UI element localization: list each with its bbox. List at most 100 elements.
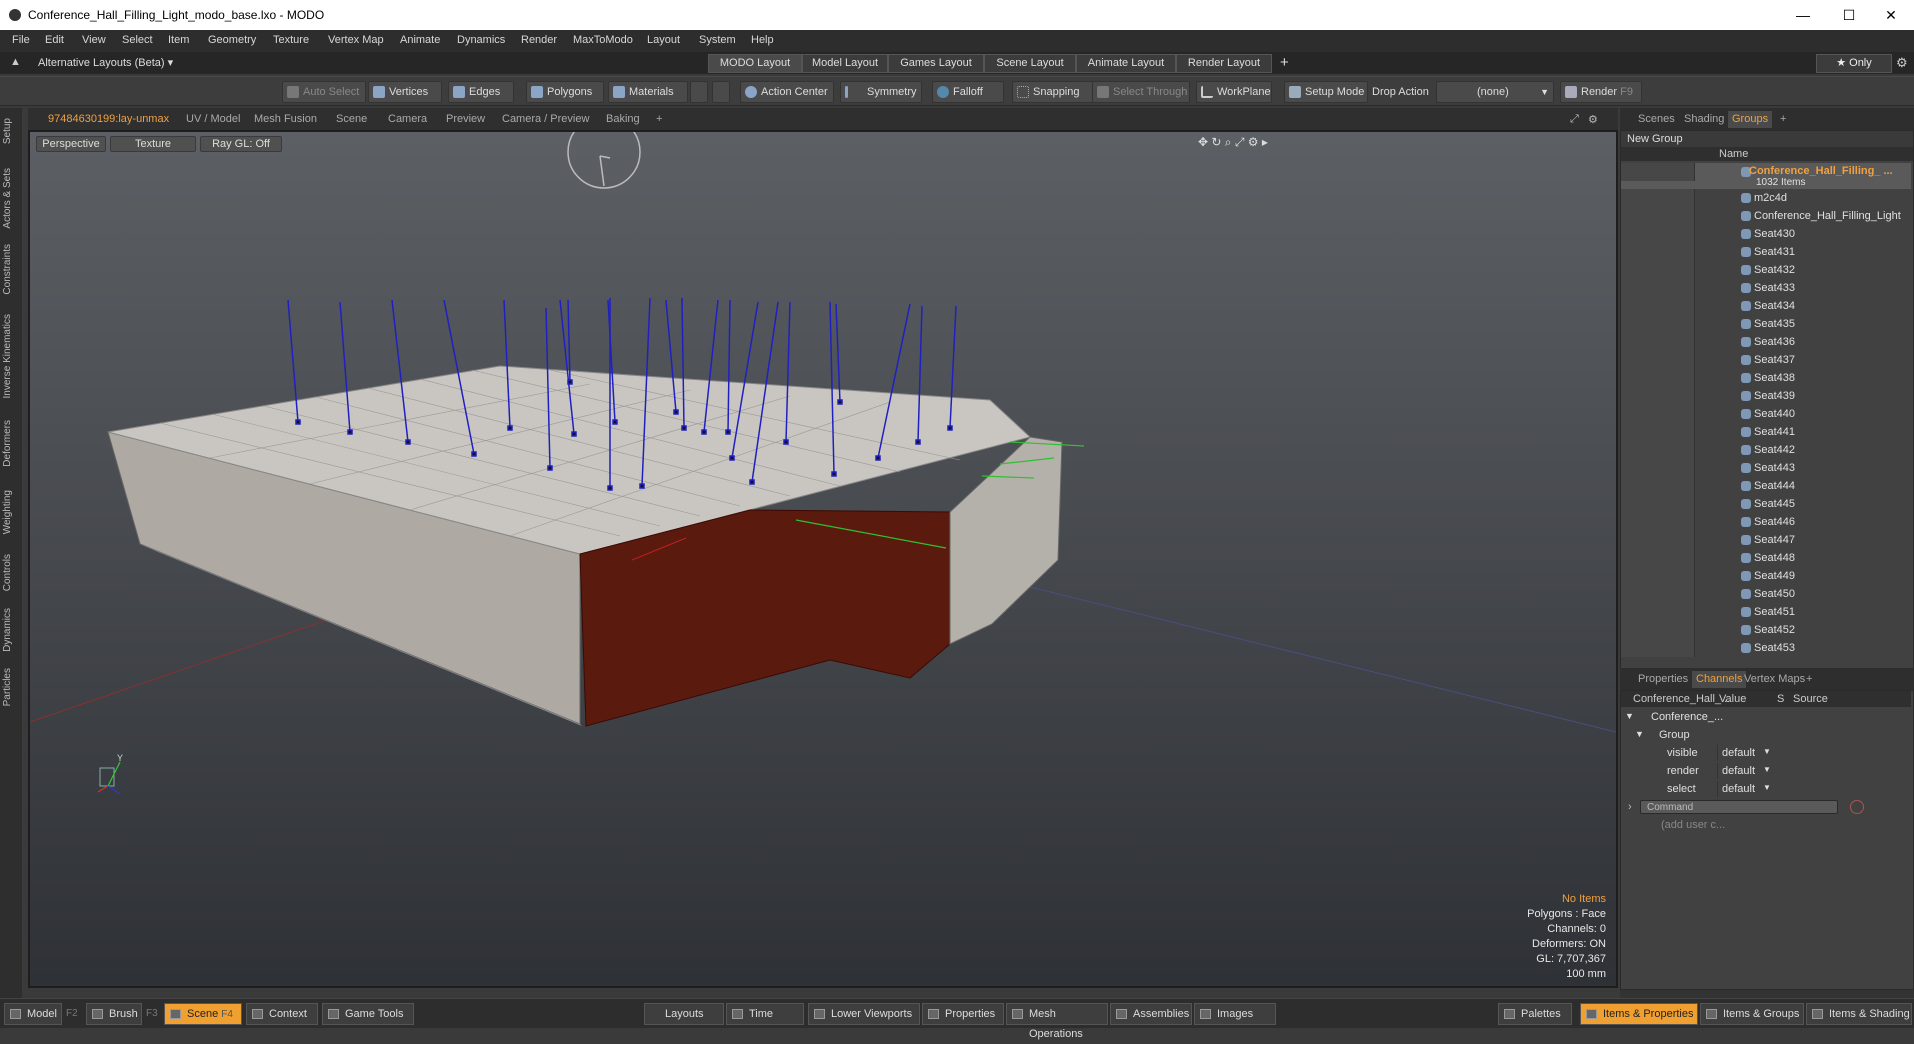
group-item-row[interactable]: Seat444 (1621, 477, 1911, 495)
tab-mesh-fusion[interactable]: Mesh Fusion (254, 113, 317, 125)
tab-render-layout[interactable]: Render Layout (1176, 54, 1272, 73)
time-button[interactable]: Time (726, 1003, 804, 1025)
channel-tree-root[interactable]: ▼ Conference_... (1621, 708, 1911, 726)
tab-properties[interactable]: Properties (1638, 673, 1688, 685)
tab-weighting[interactable]: Weighting (2, 490, 13, 534)
edges-button[interactable]: Edges (448, 81, 514, 103)
menu-edit[interactable]: Edit (45, 34, 64, 46)
tab-actors-sets[interactable]: Actors & Sets (2, 168, 13, 229)
render-button[interactable]: Render F9 (1560, 81, 1642, 103)
tab-scene-layout[interactable]: Scene Layout (984, 54, 1076, 73)
menu-render[interactable]: Render (521, 34, 557, 46)
menu-file[interactable]: File (12, 34, 30, 46)
group-item-row[interactable]: Seat436 (1621, 333, 1911, 351)
menu-select[interactable]: Select (122, 34, 153, 46)
group-item-row[interactable]: Seat432 (1621, 261, 1911, 279)
menu-animate[interactable]: Animate (400, 34, 440, 46)
brush-button[interactable]: Brush (86, 1003, 142, 1025)
channel-row[interactable]: select default ▼ (1621, 780, 1911, 798)
group-item-row[interactable]: Seat445 (1621, 495, 1911, 513)
new-group-button[interactable]: New Group (1627, 133, 1683, 145)
group-item-row[interactable]: Seat448 (1621, 549, 1911, 567)
group-item-row[interactable]: Seat440 (1621, 405, 1911, 423)
tab-channels[interactable]: Channels (1692, 671, 1747, 688)
group-root-row[interactable]: Conference_Hall_Filling_ ... 1032 Items (1621, 163, 1911, 189)
record-icon[interactable] (1850, 800, 1864, 814)
materials-button[interactable]: Materials (608, 81, 688, 103)
maximize-button[interactable]: ☐ (1826, 4, 1872, 26)
select-through-button[interactable]: Select Through (1092, 81, 1190, 103)
tab-camera-preview[interactable]: Camera / Preview (502, 113, 589, 125)
collapse-icon[interactable]: ▲ (10, 56, 21, 68)
group-item-row[interactable]: Seat433 (1621, 279, 1911, 297)
tab-preview[interactable]: Preview (446, 113, 485, 125)
command-input[interactable]: Command (1640, 800, 1838, 814)
close-button[interactable]: ✕ (1868, 4, 1914, 26)
channel-tree-group[interactable]: ▼ Group (1621, 726, 1911, 744)
menu-maxtomodo[interactable]: MaxToModo (573, 34, 633, 46)
group-item-row[interactable]: Seat437 (1621, 351, 1911, 369)
menu-texture[interactable]: Texture (273, 34, 309, 46)
polygons-button[interactable]: Polygons (526, 81, 604, 103)
group-item-row[interactable]: Seat450 (1621, 585, 1911, 603)
channel-row[interactable]: render default ▼ (1621, 762, 1911, 780)
tab-scenes[interactable]: Scenes (1638, 113, 1675, 125)
snapping-button[interactable]: Snapping (1012, 81, 1096, 103)
new-group-row[interactable]: New Group (1621, 131, 1913, 147)
menu-help[interactable]: Help (751, 34, 774, 46)
tab-setup[interactable]: Setup (2, 118, 13, 144)
tab-games-layout[interactable]: Games Layout (888, 54, 984, 73)
menu-layout[interactable]: Layout (647, 34, 680, 46)
tab-shading[interactable]: Shading (1684, 113, 1724, 125)
scene-button[interactable]: Scene F4 (164, 1003, 242, 1025)
tab-modo-layout[interactable]: MODO Layout (708, 54, 802, 73)
tab-model-layout[interactable]: Model Layout (802, 54, 888, 73)
add-viewport-tab-button[interactable]: + (656, 113, 662, 125)
tab-lay-unmax[interactable]: 97484630199:lay-unmax (48, 113, 169, 125)
menu-item[interactable]: Item (168, 34, 189, 46)
group-item-row[interactable]: Seat453 (1621, 639, 1911, 657)
menu-dynamics[interactable]: Dynamics (457, 34, 505, 46)
tab-vertex-maps[interactable]: Vertex Maps (1744, 673, 1805, 685)
items-groups-button[interactable]: Items & Groups (1700, 1003, 1804, 1025)
group-item-row[interactable]: Seat431 (1621, 243, 1911, 261)
tab-groups[interactable]: Groups (1728, 111, 1773, 128)
group-item-row[interactable]: Seat441 (1621, 423, 1911, 441)
images-button[interactable]: Images (1194, 1003, 1276, 1025)
add-user-channel[interactable]: (add user c... (1621, 816, 1911, 834)
tab-camera[interactable]: Camera (388, 113, 427, 125)
menu-geometry[interactable]: Geometry (208, 34, 256, 46)
gear-icon[interactable]: ⚙ (1896, 55, 1908, 71)
context-button[interactable]: Context (246, 1003, 318, 1025)
action-center-button[interactable]: Action Center (740, 81, 834, 103)
tab-animate-layout[interactable]: Animate Layout (1076, 54, 1176, 73)
channel-row[interactable]: visible default ▼ (1621, 744, 1911, 762)
properties-button[interactable]: Properties (922, 1003, 1004, 1025)
group-item-row[interactable]: Seat439 (1621, 387, 1911, 405)
add-tab-button[interactable]: + (1780, 113, 1786, 125)
tab-deformers[interactable]: Deformers (2, 420, 13, 467)
layouts-button[interactable]: Layouts (644, 1003, 724, 1025)
items-shading-button[interactable]: Items & Shading (1806, 1003, 1912, 1025)
expand-icon[interactable]: ⤢ (1570, 113, 1579, 126)
3d-viewport[interactable]: Perspective Texture Ray GL: Off ✥ ↻ ⌕ ⤢ … (28, 130, 1618, 988)
group-item-row[interactable]: Seat451 (1621, 603, 1911, 621)
group-item-row[interactable]: Seat434 (1621, 297, 1911, 315)
assemblies-button[interactable]: Assemblies (1110, 1003, 1192, 1025)
expand-icon[interactable]: ▼ (1635, 729, 1644, 739)
model-button[interactable]: Model (4, 1003, 62, 1025)
group-item-row[interactable]: m2c4d (1621, 189, 1911, 207)
setup-mode-button[interactable]: Setup Mode (1284, 81, 1368, 103)
viewport-gear-icon[interactable]: ⚙ (1588, 113, 1598, 126)
expand-icon[interactable]: ▼ (1625, 711, 1634, 721)
add-props-tab-button[interactable]: + (1806, 673, 1812, 685)
palettes-button[interactable]: Palettes (1498, 1003, 1572, 1025)
lower-viewports-button[interactable]: Lower Viewports (808, 1003, 920, 1025)
falloff-button[interactable]: Falloff (932, 81, 1004, 103)
auto-select-button[interactable]: Auto Select (282, 81, 366, 103)
group-item-row[interactable]: Seat435 (1621, 315, 1911, 333)
tab-uv-model[interactable]: UV / Model (186, 113, 240, 125)
group-item-row[interactable]: Seat449 (1621, 567, 1911, 585)
group-item-row[interactable]: Seat443 (1621, 459, 1911, 477)
group-item-row[interactable]: Conference_Hall_Filling_Light (1621, 207, 1911, 225)
